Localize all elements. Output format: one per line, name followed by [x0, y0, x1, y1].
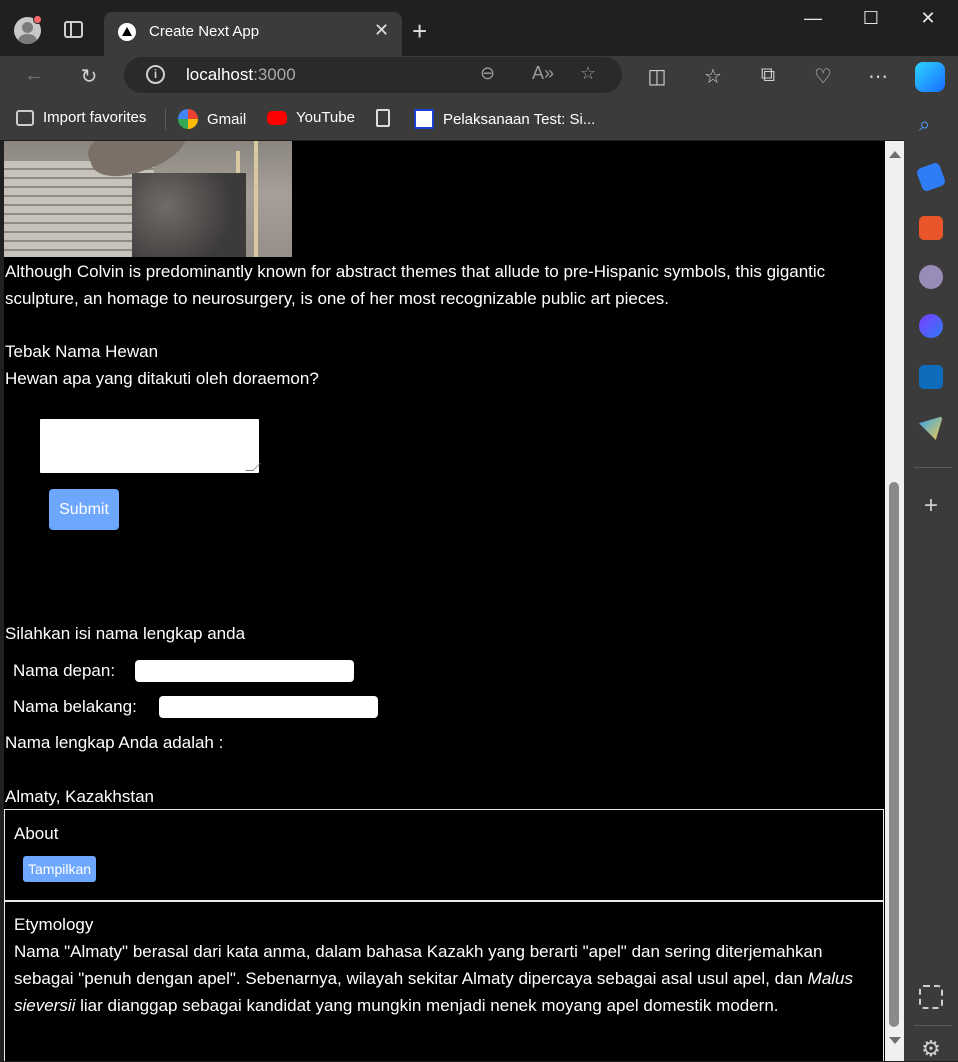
bookmark-label: Gmail	[207, 110, 247, 128]
more-menu-icon[interactable]: ⋯	[865, 64, 891, 89]
image-caption: Although Colvin is predominantly known f…	[5, 262, 826, 308]
scroll-up-icon[interactable]	[889, 151, 901, 158]
submit-button[interactable]: Submit	[49, 489, 119, 530]
collections-icon[interactable]: ⧉	[755, 64, 781, 87]
minimize-icon[interactable]: —	[793, 8, 833, 29]
scroll-thumb[interactable]	[889, 482, 899, 1027]
favorite-star-icon[interactable]: ☆	[580, 63, 596, 84]
add-icon[interactable]: +	[919, 494, 943, 520]
bookmark-label: YouTube	[296, 109, 355, 126]
form-title: Silahkan isi nama lengkap anda	[5, 624, 246, 643]
copilot-icon[interactable]	[915, 62, 945, 92]
first-name-label: Nama depan:	[13, 661, 116, 680]
show-button[interactable]: Tampilkan	[23, 856, 97, 882]
city-title: Almaty, Kazakhstan	[5, 787, 154, 806]
sculpture-image	[4, 141, 292, 257]
bookmark-import-favorites[interactable]: Import favorites	[16, 109, 146, 126]
etymology-text-part: liar dianggap sebagai kandidat yang mung…	[75, 996, 779, 1015]
bookmark-gmail[interactable]: Gmail	[178, 109, 246, 129]
last-name-label: Nama belakang:	[13, 697, 137, 716]
maximize-icon[interactable]: ☐	[851, 8, 891, 29]
first-name-input[interactable]	[135, 660, 354, 682]
scroll-down-icon[interactable]	[889, 1037, 901, 1044]
settings-gear-icon[interactable]: ⚙	[919, 1038, 943, 1062]
send-icon[interactable]	[919, 416, 943, 440]
pedestal-shape	[132, 173, 246, 257]
new-tab-icon[interactable]: +	[412, 16, 427, 47]
te-logo-icon	[414, 109, 434, 129]
tools-icon[interactable]	[919, 216, 943, 240]
railing-shape	[254, 141, 258, 257]
bookmark-label: Import favorites	[43, 109, 147, 126]
last-name-input[interactable]	[159, 696, 378, 718]
edge-sidebar: ⌕ + ⚙	[904, 98, 958, 1061]
refresh-icon[interactable]: ↻	[76, 64, 102, 89]
quiz-title: Tebak Nama Hewan	[5, 342, 159, 361]
site-info-icon[interactable]: i	[146, 65, 165, 84]
etymology-text-part: Nama "Almaty" berasal dari kata anma, da…	[14, 942, 823, 988]
games-icon[interactable]	[919, 265, 943, 289]
youtube-icon	[267, 110, 287, 125]
tab-actions-icon[interactable]	[64, 21, 83, 38]
tab-active[interactable]: Create Next App ✕	[104, 12, 402, 56]
etymology-title: Etymology	[14, 915, 94, 934]
favorites-icon[interactable]: ☆	[700, 64, 726, 89]
page-scrollbar[interactable]	[885, 141, 904, 1061]
about-title: About	[14, 824, 59, 843]
page-icon	[376, 109, 390, 127]
split-screen-icon[interactable]: ◫	[644, 64, 670, 89]
etymology-card: Etymology Nama "Almaty" berasal dari kat…	[4, 901, 884, 1061]
bookmark-pelaksanaan[interactable]: Pelaksanaan Test: Si...	[414, 109, 595, 129]
quiz-question: Hewan apa yang ditakuti oleh doraemon?	[5, 369, 319, 388]
read-aloud-icon[interactable]: A»	[532, 63, 554, 84]
google-icon	[178, 109, 198, 129]
full-name-output: Nama lengkap Anda adalah :	[5, 733, 224, 752]
about-card: About Tampilkan	[4, 809, 884, 901]
bookmark-divider	[165, 108, 166, 130]
tab-title: Create Next App	[149, 23, 260, 40]
title-bar: Create Next App ✕ + — ☐ ✕	[0, 0, 958, 56]
zoom-icon[interactable]: ⊖	[480, 63, 495, 84]
browser-essentials-icon[interactable]: ♡	[810, 64, 836, 89]
tab-close-icon[interactable]: ✕	[374, 20, 389, 41]
microsoft365-icon[interactable]	[919, 314, 943, 338]
page-content: Although Colvin is predominantly known f…	[4, 141, 885, 1061]
bookmark-label: Pelaksanaan Test: Si...	[443, 110, 596, 128]
sidebar-divider	[914, 1025, 952, 1026]
outlook-icon[interactable]	[919, 365, 943, 389]
close-window-icon[interactable]: ✕	[908, 8, 948, 29]
etymology-text: Nama "Almaty" berasal dari kata anma, da…	[14, 938, 876, 1019]
sidebar-divider	[914, 467, 952, 468]
import-icon	[16, 109, 34, 126]
nextjs-favicon-icon	[118, 23, 136, 41]
bookmark-youtube[interactable]: YouTube	[267, 109, 355, 126]
bookmark-page[interactable]	[376, 109, 399, 127]
nav-toolbar: ← ↻ i localhost:3000 ⊖ A» ☆ ◫ ☆ ⧉ ♡ ⋯	[0, 56, 958, 98]
bookmarks-bar: Import favorites Gmail YouTube Pelaksana…	[0, 98, 958, 140]
back-icon[interactable]: ←	[21, 64, 47, 87]
screenshot-icon[interactable]	[919, 985, 943, 1009]
answer-textarea[interactable]	[40, 419, 259, 473]
address-bar[interactable]: i localhost:3000 ⊖ A» ☆	[124, 57, 622, 93]
notification-dot	[33, 15, 42, 24]
search-icon[interactable]: ⌕	[919, 114, 943, 138]
url-text: localhost:3000	[186, 65, 296, 84]
shopping-tag-icon[interactable]	[915, 161, 947, 193]
